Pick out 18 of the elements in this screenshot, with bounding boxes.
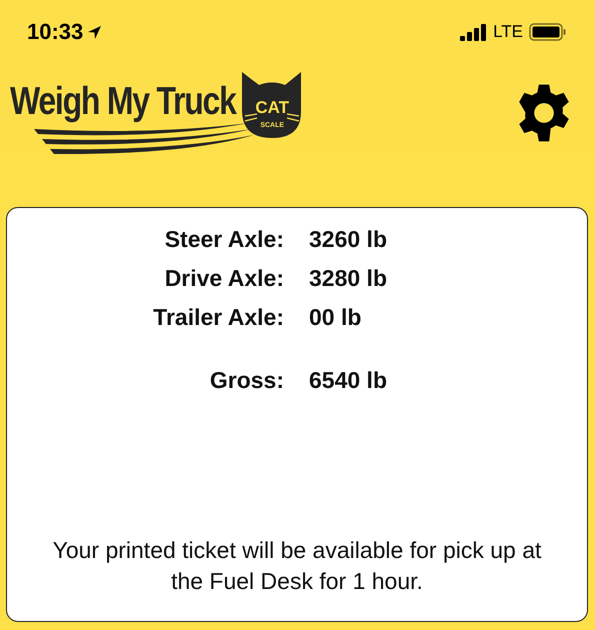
network-label: LTE [493, 22, 523, 42]
pickup-notice: Your printed ticket will be available for pick up at the Fuel Desk for 1 hour. [52, 536, 542, 596]
logo-title: Weigh My Truck [10, 82, 236, 121]
location-arrow-icon [87, 24, 102, 40]
battery-icon [529, 23, 567, 41]
axle-label: Steer Axle: [164, 226, 284, 253]
signal-icon [460, 24, 488, 40]
gross-label: Gross: [208, 367, 284, 394]
axle-weight: 3260 lb [309, 226, 388, 253]
axle-weight: 3280 lb [309, 265, 388, 292]
logo-badge-text: CAT [254, 99, 290, 116]
axle-weight: 00 lb [309, 304, 362, 331]
cat-head-icon [241, 72, 304, 140]
status-time: 10:33 [27, 19, 84, 45]
axle-label: Trailer Axle: [152, 304, 284, 331]
axle-label: Drive Axle: [164, 265, 284, 292]
speed-lines-icon [34, 123, 254, 155]
gross-weight: 6540 lb [309, 367, 388, 394]
